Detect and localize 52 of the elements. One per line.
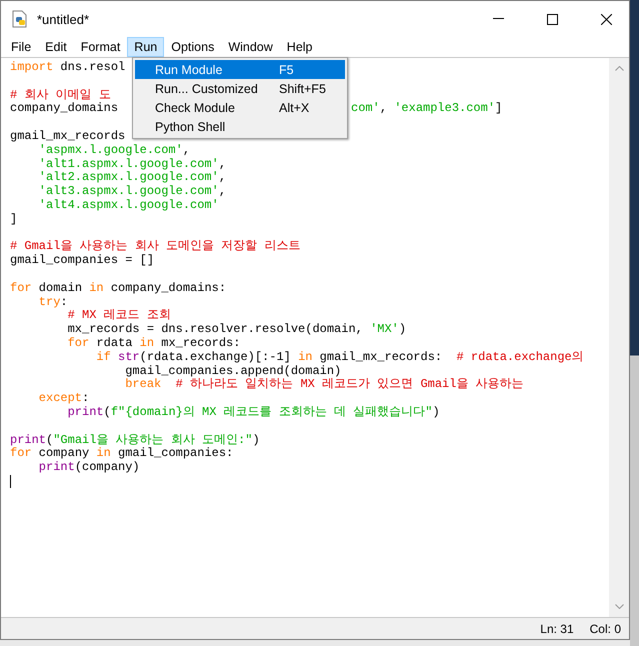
menu-entry-label: Check Module	[155, 100, 236, 114]
code-line: if str(rdata.exchange)[:-1] in gmail_mx_records: # rdata.exchange의	[95, 350, 584, 364]
menu-entry[interactable]: Check Module Alt+X	[135, 98, 345, 117]
code-line: import dns.resol	[10, 60, 126, 74]
code-line: print(company)	[38, 460, 140, 474]
menu-entry-label: Python Shell	[155, 120, 226, 134]
code-line: # MX 레코드 조회	[66, 308, 171, 322]
menu-item[interactable]: Run	[127, 37, 164, 57]
code-fragment: com', 'example3.com']	[351, 102, 502, 116]
code-line: gmail_companies = []	[10, 253, 154, 268]
menu-item[interactable]: File	[4, 37, 38, 57]
shortcut-label: Alt+X	[279, 100, 310, 114]
code-line: 'alt4.aspmx.l.google.com'	[38, 198, 219, 212]
code-line: gmail_mx_records	[10, 128, 126, 143]
column-status: Col: 0	[590, 622, 621, 636]
menu-entry[interactable]: Run Module F5	[135, 60, 345, 79]
code-line: 'aspmx.l.google.com',	[38, 142, 190, 157]
menu-entry-label: Run... Customized	[155, 82, 259, 96]
code-line: 'alt3.aspmx.l.google.com',	[38, 184, 226, 198]
text-cursor	[10, 474, 11, 488]
menu-entry[interactable]: Run... Customized Shift+F5	[135, 79, 345, 98]
code-line: ]	[10, 212, 18, 226]
code-line: print("Gmail을 사용하는 회사 도메인:")	[10, 432, 260, 447]
code-line: 'alt1.aspmx.l.google.com',	[38, 156, 226, 171]
shortcut-label: F5	[279, 62, 294, 76]
window-title: *untitled*	[37, 12, 90, 26]
menu-entry[interactable]: Python Shell	[135, 117, 345, 136]
code-line: break # 하나라도 일치하는 MX 레코드가 있으면 Gmail을 사용하는	[124, 377, 524, 392]
code-line: # 회사 이메일 도	[10, 88, 111, 102]
menu-item[interactable]: Edit	[38, 37, 74, 57]
menu-item[interactable]: Format	[74, 37, 128, 57]
code-line: gmail_companies.append(domain)	[124, 364, 342, 378]
python-file-icon	[11, 10, 29, 28]
code-line: mx_records = dns.resolver.resolve(domain, 'MX')	[66, 322, 406, 336]
menu-item[interactable]: Options	[164, 37, 222, 57]
menu-entry-label: Run Module	[155, 62, 224, 76]
shortcut-label: Shift+F5	[279, 82, 326, 96]
code-line: for company in gmail_companies:	[10, 446, 234, 460]
code-line: print(f"{domain}의 MX 레코드를 조회하는 데 실패했습니다")	[66, 404, 440, 419]
menu-item[interactable]: Window	[221, 37, 280, 57]
maximize-icon[interactable]	[546, 14, 558, 24]
code-line: for rdata in mx_records:	[66, 336, 240, 350]
code-line: # Gmail을 사용하는 회사 도메인을 저장할 리스트	[10, 239, 300, 254]
code-line: try:	[38, 294, 68, 309]
close-icon[interactable]	[600, 14, 612, 24]
minimize-icon[interactable]	[492, 18, 504, 20]
code-line: except:	[38, 391, 90, 406]
line-number-status: Ln: 31	[540, 622, 574, 636]
code-line: 'alt2.aspmx.l.google.com',	[38, 170, 226, 184]
code-line: company_domains	[10, 101, 118, 116]
menu-item[interactable]: Help	[280, 37, 320, 57]
code-line: for domain in company_domains:	[10, 280, 226, 295]
